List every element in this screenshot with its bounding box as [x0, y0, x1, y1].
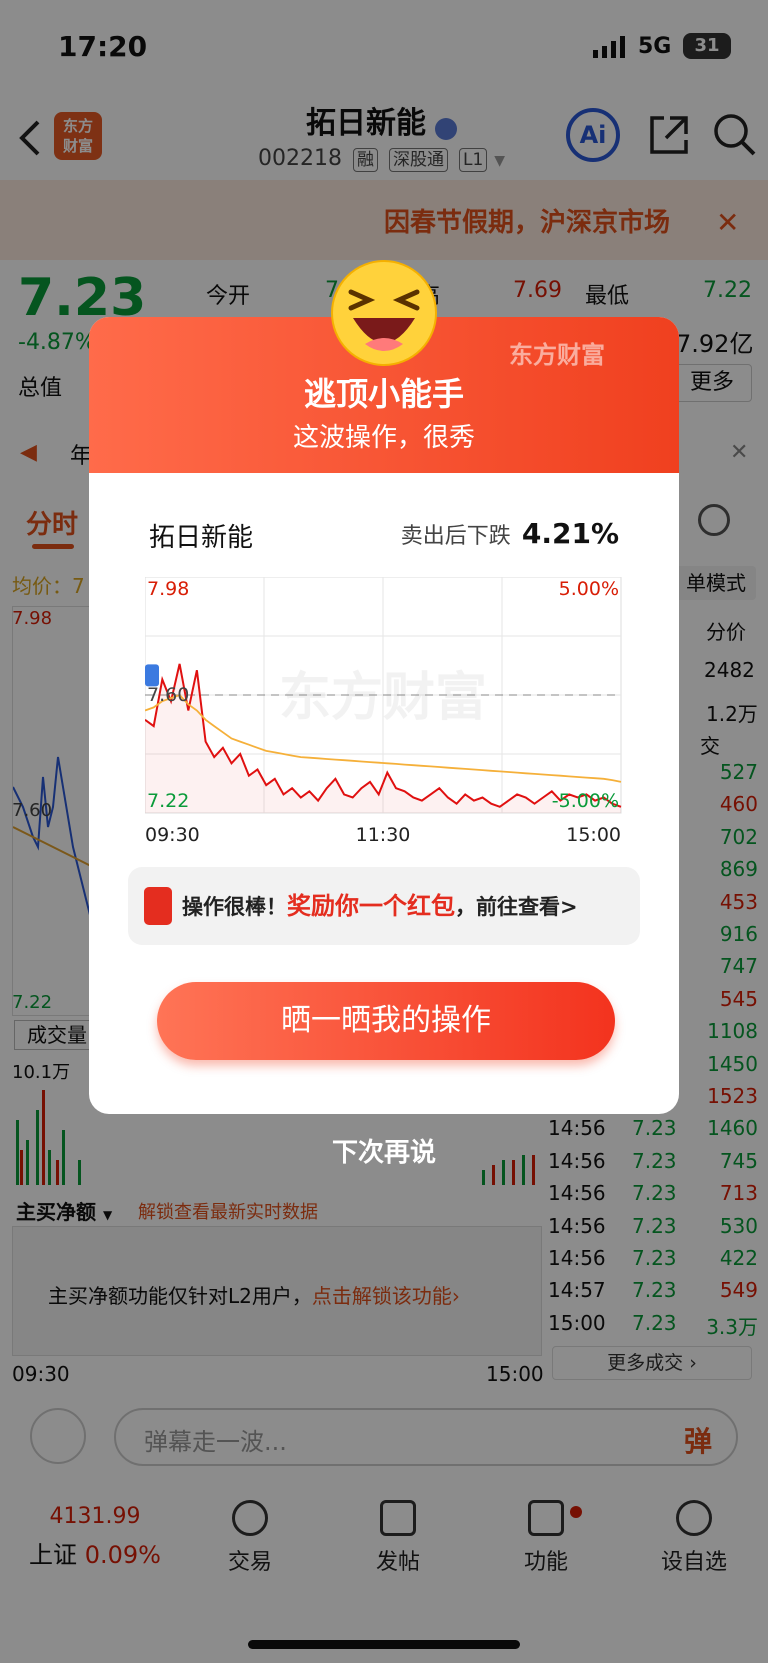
y-label-bottom: 7.22: [147, 790, 189, 812]
y-label-mid: 7.60: [147, 684, 189, 706]
modal-stock-name: 拓日新能: [149, 523, 254, 553]
drop-value: 4.21%: [521, 517, 619, 550]
drop-row: 卖出后下跌 4.21%: [401, 517, 619, 550]
y-right-label-bottom: -5.00%: [552, 790, 619, 812]
x-tick-label: 11:30: [356, 824, 411, 846]
reward-banner[interactable]: 操作很棒！奖励你一个红包，前往查看>: [128, 867, 640, 945]
sell-marker-icon: [145, 664, 159, 687]
reward-highlight: 奖励你一个红包: [287, 892, 455, 920]
share-operation-button[interactable]: 晒一晒我的操作: [157, 982, 615, 1060]
red-envelope-icon: [144, 887, 172, 925]
y-label-top: 7.98: [147, 578, 189, 600]
reward-suffix: ，前往查看>: [455, 895, 578, 919]
y-right-label-top: 5.00%: [559, 578, 619, 600]
laughing-emoji-icon: [329, 258, 439, 368]
reward-prefix: 操作很棒！: [182, 895, 287, 919]
sell-chart: 东方财富 7.98 7.60 7.22 5.00% -5.00% 09:30 11:30 15:…: [145, 577, 622, 846]
chart-watermark: 东方财富: [279, 668, 487, 728]
x-tick-label: 15:00: [566, 824, 621, 846]
x-tick-label: 09:30: [145, 824, 200, 846]
modal-subtitle: 这波操作，很秀: [292, 423, 475, 453]
promo-modal: 东方财富 逃顶小能手 这波操作，很秀 拓日新能 卖出后下跌 4.21% 东方财富…: [89, 317, 679, 1114]
dismiss-link[interactable]: 下次再说: [0, 1132, 768, 1169]
modal-title: 逃顶小能手: [303, 375, 464, 413]
drop-label: 卖出后下跌: [400, 524, 511, 549]
brand-watermark: 东方财富: [509, 341, 605, 369]
